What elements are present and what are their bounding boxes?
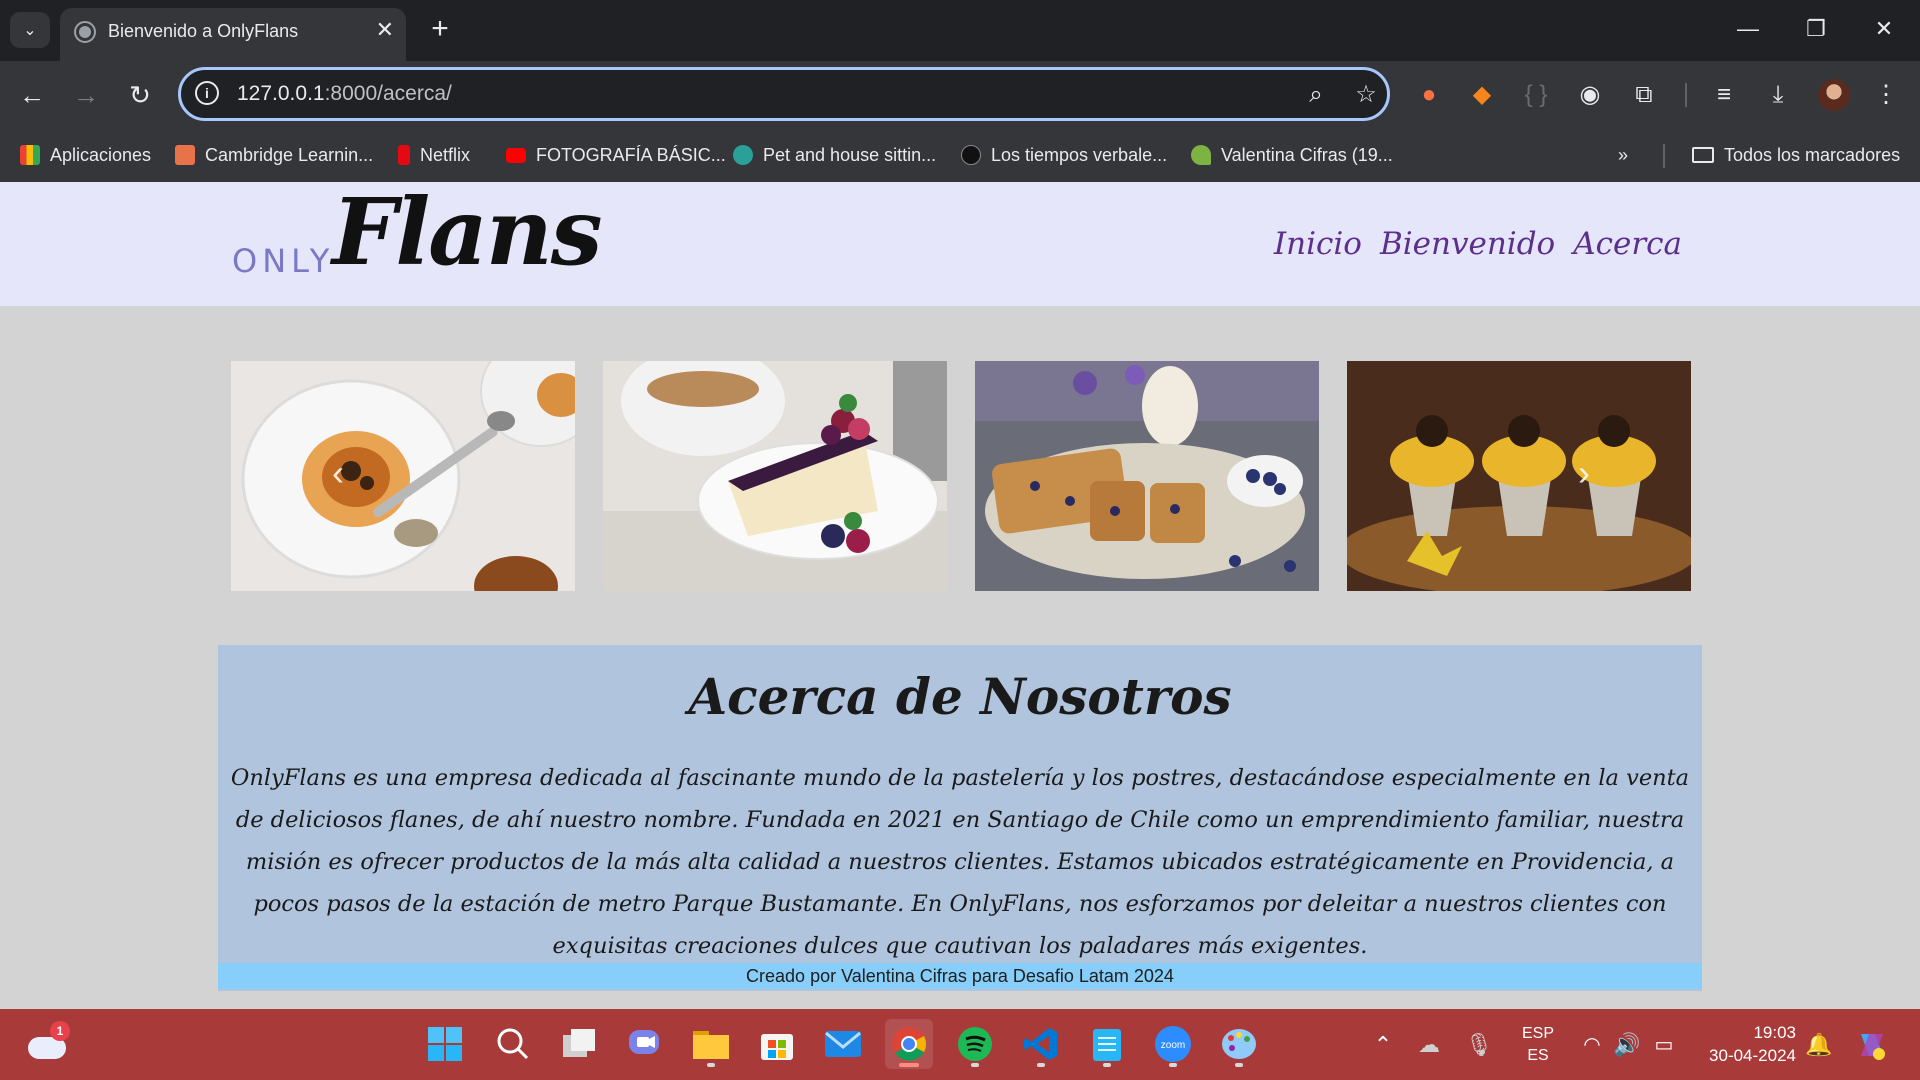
bookmarks-divider [1663,144,1665,168]
about-title: Acerca de Nosotros [688,667,1232,726]
web-page: ONLY Flans Inicio Bienvenido Acerca ‹ › … [0,182,1920,1009]
copilot-icon[interactable] [1852,1009,1892,1080]
start-windows-icon[interactable] [421,1019,469,1069]
spotify-icon[interactable] [951,1019,999,1069]
extensions-puzzle-icon[interactable]: ⧉ [1626,75,1662,115]
json-extension-icon[interactable]: { } [1518,75,1554,115]
site-info-icon[interactable]: i [195,81,219,105]
more-bookmarks-chevron-icon[interactable]: » [1618,140,1628,170]
all-bookmarks-folder[interactable]: Todos los marcadores [1692,140,1900,170]
restore-button[interactable]: ❐ [1796,14,1836,44]
cupcakes-photo: › [1347,361,1691,591]
pet-house-icon [733,145,753,165]
weather-widget[interactable]: 1 [28,1021,70,1059]
blueberry-cake-photo [975,361,1319,591]
about-paragraph: OnlyFlans es una empresa dedicada al fas… [230,765,1690,959]
bookmark-apps[interactable]: Aplicaciones [20,140,151,170]
nav-link-inicio[interactable]: Inicio [1274,226,1362,262]
menu-kebab-icon[interactable]: ⋮ [1868,75,1904,115]
toolbar-divider [1685,83,1687,107]
site-footer: Creado por Valentina Cifras para Desafio… [218,963,1702,989]
tab-search-button[interactable]: ⌄ [10,12,50,48]
globe-icon [74,21,96,43]
extension-fire-icon[interactable]: ● [1411,75,1447,115]
microphone-icon[interactable]: 🎙 [1464,1009,1494,1080]
paint-icon[interactable] [1215,1019,1263,1069]
screenshot-extension-icon[interactable]: ◉ [1572,75,1608,115]
nav-link-acerca[interactable]: Acerca [1573,226,1682,262]
youtube-icon [506,147,526,163]
minimize-button[interactable]: — [1728,14,1768,44]
cambridge-icon [175,145,195,165]
wifi-icon[interactable]: ◠ [1577,1009,1607,1080]
tab-strip: ⌄ Bienvenido a OnlyFlans ✕ + — ❐ ✕ [0,0,1920,61]
language-indicator[interactable]: ESP ES [1518,1023,1558,1067]
zoom-icon[interactable]: ⌕ [1301,80,1331,110]
tab-title: Bienvenido a OnlyFlans [108,21,299,41]
nav-link-bienvenido[interactable]: Bienvenido [1380,226,1555,262]
chrome-icon[interactable] [885,1019,933,1069]
show-hidden-icons-chevron-icon[interactable]: ⌃ [1368,1009,1398,1080]
windows-taskbar: 1 zoom ⌃ ☁ � [0,1009,1920,1080]
bookmarks-bar: Aplicaciones Cambridge Learnin... Netfli… [0,128,1920,182]
vscode-icon[interactable] [1017,1019,1065,1069]
close-window-button[interactable]: ✕ [1864,14,1904,44]
dessert-carousel: ‹ › [231,361,1691,591]
main-nav: Inicio Bienvenido Acerca [1274,226,1682,262]
volume-icon[interactable]: 🔊 [1612,1009,1642,1080]
forward-button[interactable]: → [66,75,106,115]
clover-icon [1191,145,1211,165]
notification-badge: 1 [50,1021,70,1041]
system-clock[interactable]: 19:03 30-04-2024 [1700,1021,1796,1067]
reload-button[interactable]: ↻ [120,75,160,115]
bookmark-tiempos-verbales[interactable]: Los tiempos verbale... [961,140,1167,170]
bookmark-cambridge[interactable]: Cambridge Learnin... [175,140,373,170]
bookmark-netflix[interactable]: Netflix [398,140,470,170]
microsoft-store-icon[interactable] [753,1019,801,1069]
about-section: Acerca de Nosotros OnlyFlans es una empr… [218,645,1702,991]
file-explorer-icon[interactable] [687,1019,735,1069]
carousel-prev-icon[interactable]: ‹ [323,453,353,493]
bookmark-fotografia[interactable]: FOTOGRAFÍA BÁSIC... [506,140,726,170]
notepad-icon[interactable] [1083,1019,1131,1069]
address-bar[interactable]: i 127.0.0.1:8000/acerca/ ⌕ ☆ [178,67,1390,121]
bookmark-valentina[interactable]: Valentina Cifras (19... [1191,140,1393,170]
mail-icon[interactable] [819,1019,867,1069]
profile-avatar[interactable] [1818,79,1850,111]
bookmark-pet-house[interactable]: Pet and house sittin... [733,140,936,170]
site-header: ONLY Flans Inicio Bienvenido Acerca [0,182,1920,306]
folder-icon [1692,147,1714,163]
svg-text:zoom: zoom [1161,1040,1185,1051]
bookmark-star-icon[interactable]: ☆ [1351,80,1381,110]
metamask-fox-icon[interactable]: ◆ [1464,75,1500,115]
teams-chat-icon[interactable] [621,1019,669,1069]
lingolia-icon [961,145,981,165]
search-icon[interactable] [489,1019,537,1069]
close-tab-icon[interactable]: ✕ [376,17,394,43]
browser-toolbar: ← → ↻ i 127.0.0.1:8000/acerca/ ⌕ ☆ ● ◆ {… [0,61,1920,128]
netflix-icon [398,145,410,165]
cheesecake-photo [603,361,947,591]
battery-icon[interactable]: ▭ [1648,1009,1680,1080]
back-button[interactable]: ← [12,75,52,115]
onlyflans-logo[interactable]: ONLY Flans [232,182,603,298]
flan-photo: ‹ [231,361,575,591]
download-icon[interactable]: ⤓ [1760,75,1796,115]
zoom-icon[interactable]: zoom [1149,1019,1197,1069]
new-tab-button[interactable]: + [422,12,458,48]
media-control-icon[interactable]: ≡ [1706,75,1742,115]
apps-grid-icon [20,145,40,165]
carousel-next-icon[interactable]: › [1569,453,1599,493]
active-tab[interactable]: Bienvenido a OnlyFlans ✕ [60,8,406,61]
onedrive-cloud-icon[interactable]: ☁ [1413,1009,1445,1080]
url-text[interactable]: 127.0.0.1:8000/acerca/ [237,82,452,106]
notifications-bell-icon[interactable]: 🔔 [1804,1009,1834,1080]
task-view-icon[interactable] [555,1019,603,1069]
